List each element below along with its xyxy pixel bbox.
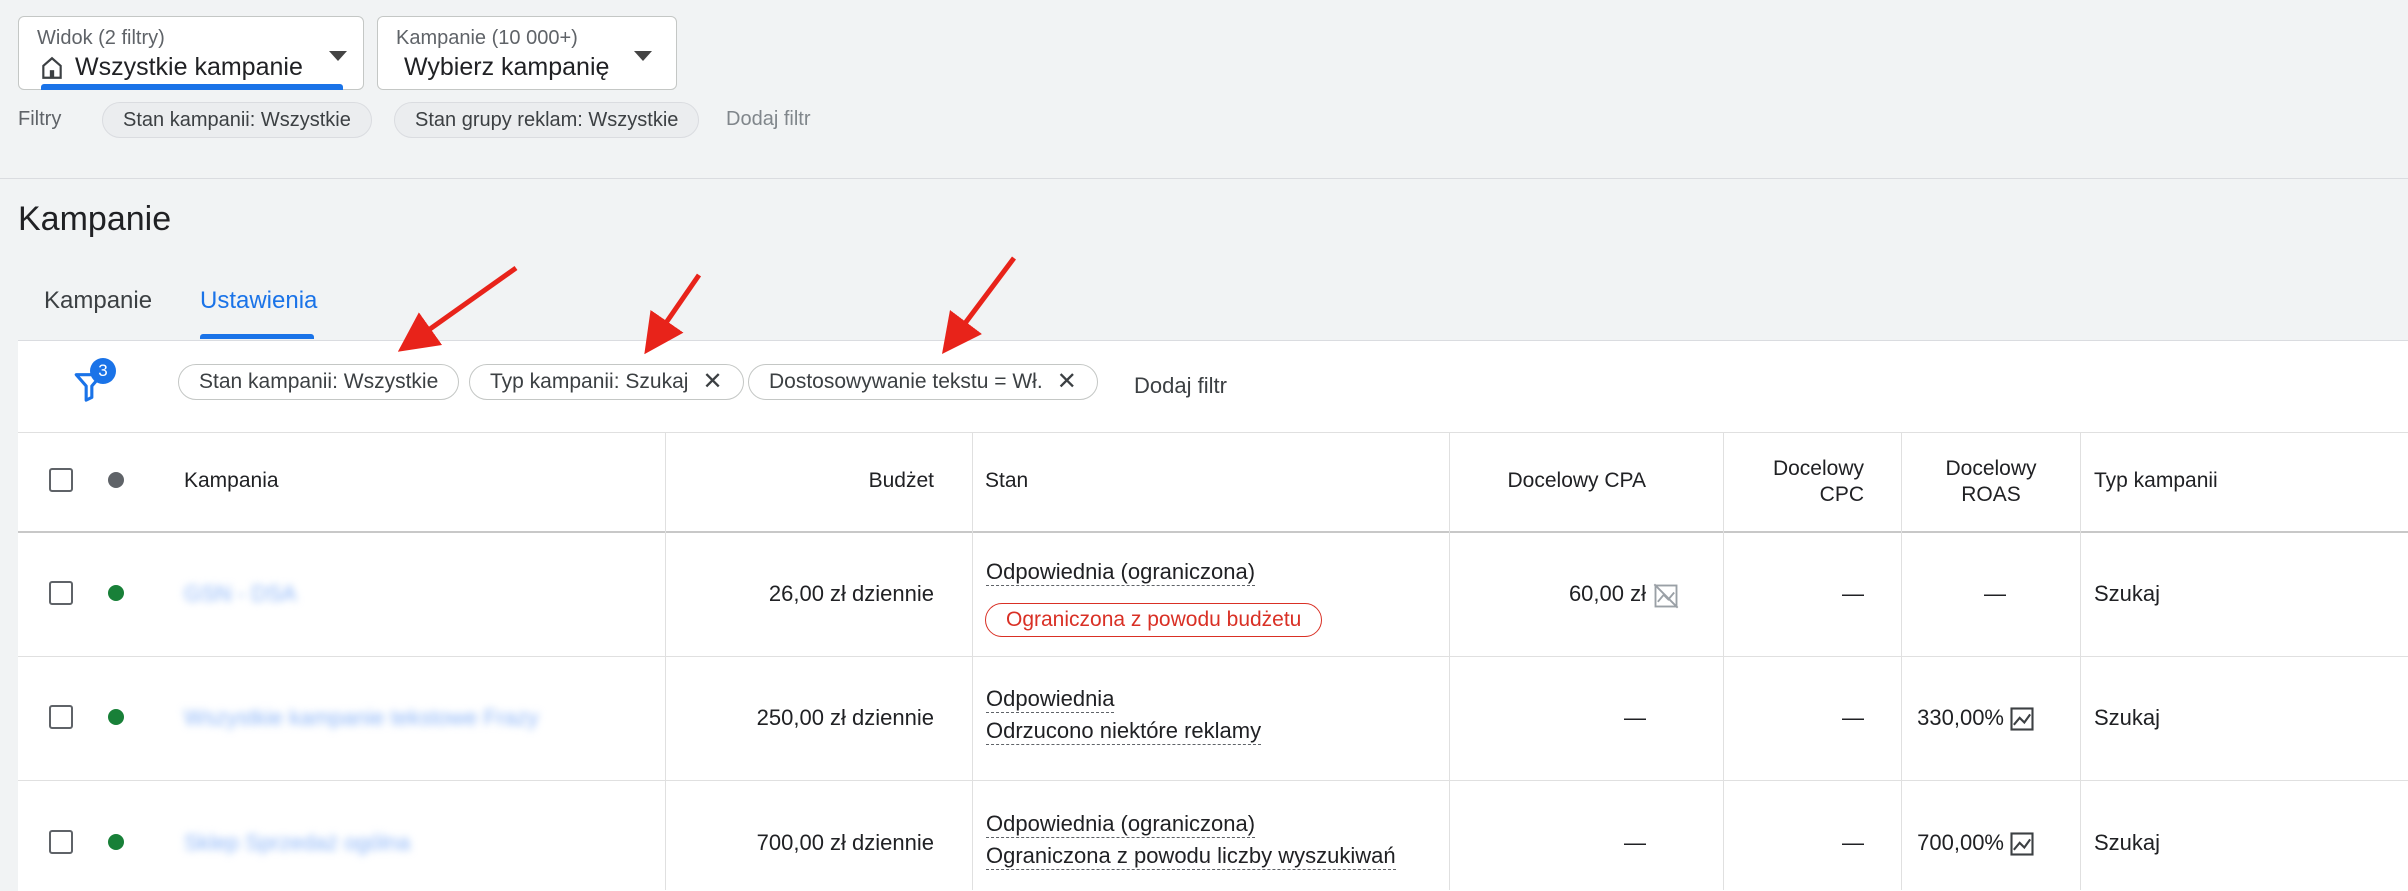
filter-chip-text-customization[interactable]: Dostosowywanie tekstu = Wł. ✕ [748,364,1098,400]
filter-count-badge: 3 [90,358,116,384]
view-selector-value: Wszystkie kampanie [75,53,303,81]
section-divider [0,178,2408,179]
view-selector[interactable]: Widok (2 filtry) Wszystkie kampanie [18,16,364,90]
status-primary-text: Odpowiednia (ograniczona) [986,559,1256,586]
budget-value[interactable]: 26,00 zł dziennie [680,581,934,607]
top-filter-chip-ad-group-status[interactable]: Stan grupy reklam: Wszystkie [394,102,700,138]
close-icon[interactable]: ✕ [1057,365,1077,399]
table-divider [18,656,2408,657]
filter-chip-campaign-type[interactable]: Typ kampanii: Szukaj ✕ [469,364,744,400]
column-divider [2080,433,2081,890]
top-add-filter-link[interactable]: Dodaj filtr [726,108,810,131]
home-icon [42,56,62,79]
line-chart-icon[interactable] [2008,705,2036,733]
active-tab-indicator [200,334,314,339]
status-secondary-text: Odrzucono niektóre reklamy [986,718,1262,745]
target-cpc-value: — [1842,705,1864,730]
budget-value[interactable]: 700,00 zł dziennie [680,830,934,856]
filters-label: Filtry [18,108,62,130]
column-header-line: ROAS [1961,483,2021,506]
campaign-name-link[interactable]: Wszystkie kampanie tekstowe Frazy [184,705,539,731]
status-primary-text: Odpowiednia (ograniczona) [986,811,1256,838]
table-divider [18,780,2408,781]
column-header-line: Docelowy [1772,457,1864,480]
target-roas-value[interactable]: 330,00% [1902,705,2004,731]
column-divider [665,433,666,890]
tab-settings[interactable]: Ustawienia [200,287,317,315]
chevron-down-icon [634,51,652,61]
status-primary[interactable]: Odpowiednia (ograniczona) [986,559,1256,586]
filter-toggle-button[interactable]: 3 [70,358,120,408]
row-checkbox[interactable] [49,830,73,854]
budget-value[interactable]: 250,00 zł dziennie [680,705,934,731]
campaign-selector-value: Wybierz kampanię [404,53,610,81]
annotation-arrow [942,256,1016,354]
campaign-type-value: Szukaj [2094,830,2161,855]
select-all-checkbox[interactable] [49,468,73,492]
annotation-arrow [644,273,702,355]
campaign-name-link[interactable]: GSN - DSA [184,581,296,607]
status-column-icon[interactable] [108,472,124,488]
enabled-status-dot[interactable] [108,585,124,601]
filter-chip-label: Typ kampanii: Szukaj [490,370,689,393]
campaign-selector[interactable]: Kampanie (10 000+) Wybierz kampanię [377,16,677,90]
add-filter-link[interactable]: Dodaj filtr [1134,373,1227,399]
campaign-type-value: Szukaj [2094,705,2161,730]
campaign-type-value: Szukaj [2094,581,2161,606]
campaign-name-link[interactable]: Sklep Sprzedaż ogólna [184,830,410,856]
column-header-target-roas[interactable]: Docelowy ROAS [1902,456,2080,508]
filter-chip-label: Dostosowywanie tekstu = Wł. [769,370,1043,393]
status-primary-text: Odpowiednia [986,686,1115,713]
campaign-selector-sublabel: Kampanie (10 000+) [396,27,578,49]
column-divider [972,433,973,890]
line-chart-icon[interactable] [2008,830,2036,858]
status-limited-budget-pill[interactable]: Ograniczona z powodu budżetu [985,603,1323,637]
enabled-status-dot[interactable] [108,834,124,850]
column-divider [1723,433,1724,890]
no-chart-data-icon[interactable] [1652,582,1680,610]
column-header-target-cpa[interactable]: Docelowy CPA [1460,469,1647,493]
target-cpa-value: — [1624,705,1646,730]
status-secondary[interactable]: Odrzucono niektóre reklamy [986,718,1262,745]
selector-active-indicator [41,84,343,90]
column-divider [1449,433,1450,890]
status-secondary[interactable]: Ograniczona z powodu liczby wyszukiwań [986,843,1396,870]
column-header-budget[interactable]: Budżet [700,469,934,493]
page-title: Kampanie [18,200,172,238]
target-roas-value: — [1984,581,2006,606]
target-roas-value[interactable]: 700,00% [1902,830,2004,856]
filter-chip-campaign-status[interactable]: Stan kampanii: Wszystkie [178,364,460,400]
column-header-status[interactable]: Stan [985,469,1028,493]
target-cpc-value: — [1842,830,1864,855]
annotation-arrow [397,265,518,352]
column-header-campaign[interactable]: Kampania [184,469,279,493]
target-cpa-value: — [1624,830,1646,855]
row-checkbox[interactable] [49,705,73,729]
row-checkbox[interactable] [49,581,73,605]
enabled-status-dot[interactable] [108,709,124,725]
table-divider [18,432,2408,433]
chevron-down-icon [329,51,347,61]
close-icon[interactable]: ✕ [702,365,722,399]
filter-chip-label: Stan kampanii: Wszystkie [199,370,439,393]
top-filter-chip-campaign-status[interactable]: Stan kampanii: Wszystkie [102,102,372,138]
tab-campaigns[interactable]: Kampanie [44,287,152,315]
status-primary[interactable]: Odpowiednia (ograniczona) [986,811,1256,838]
column-header-line: Docelowy [1945,457,2037,480]
target-cpc-value: — [1842,581,1864,606]
column-header-campaign-type[interactable]: Typ kampanii [2094,469,2218,493]
column-header-target-cpc[interactable]: Docelowy CPC [1730,456,1864,508]
status-primary[interactable]: Odpowiednia [986,686,1115,713]
column-header-line: CPC [1819,483,1864,506]
target-cpa-value[interactable]: 60,00 zł [1460,581,1646,607]
table-header-divider [18,531,2408,533]
status-secondary-text: Ograniczona z powodu liczby wyszukiwań [986,843,1396,870]
view-selector-sublabel: Widok (2 filtry) [37,27,165,49]
